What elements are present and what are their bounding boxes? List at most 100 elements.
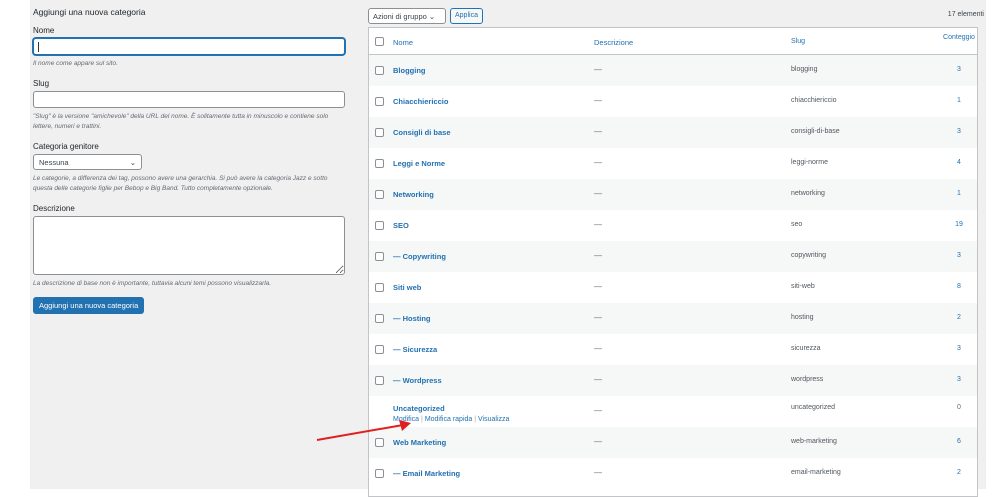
table-row: — Hosting — hosting 2	[369, 303, 977, 334]
table-row: SEO — seo 19	[369, 210, 977, 241]
slug-label: Slug	[33, 79, 50, 88]
parent-help: Le categorie, a differenza dei tag, poss…	[33, 175, 328, 192]
parent-select[interactable]: Nessuna ⌄	[33, 154, 142, 170]
row-checkbox[interactable]	[375, 469, 384, 478]
category-description: —	[594, 127, 602, 136]
category-name-link[interactable]: SEO	[393, 221, 409, 230]
parent-value: Nessuna	[39, 158, 69, 167]
category-name-link[interactable]: — Email Marketing	[393, 469, 460, 478]
items-count: 17 elementi	[947, 11, 984, 18]
table-row: Siti web — siti-web 8	[369, 272, 977, 303]
category-description: —	[594, 468, 602, 477]
category-count-link[interactable]: 0	[949, 404, 969, 411]
category-count-link[interactable]: 2	[949, 314, 969, 321]
header-slug[interactable]: Slug	[791, 38, 805, 45]
row-checkbox[interactable]	[375, 221, 384, 230]
category-description: —	[594, 282, 602, 291]
category-name-link[interactable]: Networking	[393, 190, 434, 199]
category-description: —	[594, 313, 602, 322]
add-category-button[interactable]: Aggiungi una nuova categoria	[33, 297, 145, 314]
category-name-link[interactable]: — Sicurezza	[393, 345, 437, 354]
category-name-link[interactable]: Consigli di base	[393, 128, 451, 137]
category-name-link[interactable]: Leggi e Norme	[393, 159, 445, 168]
form-title: Aggiungi una nuova categoria	[33, 7, 146, 17]
row-checkbox[interactable]	[375, 314, 384, 323]
category-count-link[interactable]: 19	[949, 221, 969, 228]
category-name-link[interactable]: — Wordpress	[393, 376, 442, 385]
category-slug: sicurezza	[791, 345, 821, 352]
category-name-link[interactable]: — Copywriting	[393, 252, 446, 261]
quick-edit-link[interactable]: Modifica rapida	[425, 416, 472, 423]
category-slug: copywriting	[791, 252, 827, 259]
add-category-form: Aggiungi una nuova categoria Nome Il nom…	[33, 7, 346, 314]
slug-input[interactable]	[33, 91, 345, 108]
category-slug: email-marketing	[791, 469, 841, 476]
header-description[interactable]: Descrizione	[594, 38, 633, 47]
slug-help: "Slug" è la versione "amichevole" della …	[33, 113, 329, 130]
category-description: —	[594, 189, 602, 198]
apply-button[interactable]: Applica	[450, 8, 483, 24]
table-row: Uncategorized — uncategorized 0 Modifica …	[369, 396, 977, 427]
category-slug: seo	[791, 221, 803, 228]
red-arrow-annotation	[316, 420, 411, 441]
category-slug: chiacchiericcio	[791, 97, 837, 104]
table-row: — Copywriting — copywriting 3	[369, 241, 977, 272]
description-label: Descrizione	[33, 204, 75, 213]
category-slug: web-marketing	[791, 438, 837, 445]
chevron-down-icon: ⌄	[129, 158, 136, 167]
category-name-link[interactable]: Chiacchiericcio	[393, 97, 448, 106]
description-textarea[interactable]	[33, 216, 345, 275]
parent-label: Categoria genitore	[33, 142, 99, 151]
row-checkbox[interactable]	[375, 283, 384, 292]
name-help: Il nome come appare sul sito.	[33, 60, 118, 67]
category-count-link[interactable]: 8	[949, 283, 969, 290]
row-checkbox[interactable]	[375, 190, 384, 199]
table-header: Nome Descrizione Slug Conteggio	[369, 28, 977, 55]
category-name-link[interactable]: Uncategorized	[393, 404, 445, 413]
row-checkbox[interactable]	[375, 345, 384, 354]
row-checkbox[interactable]	[375, 128, 384, 137]
bulk-actions-select[interactable]: Azioni di gruppo ⌄	[368, 8, 446, 24]
select-all-checkbox[interactable]	[375, 37, 384, 46]
table-row: — Sicurezza — sicurezza 3	[369, 334, 977, 365]
view-link[interactable]: Visualizza	[478, 416, 509, 423]
table-row: Leggi e Norme — leggi-norme 4	[369, 148, 977, 179]
category-slug: uncategorized	[791, 404, 835, 411]
header-name[interactable]: Nome	[393, 38, 413, 47]
category-slug: blogging	[791, 66, 818, 73]
content-panel: Aggiungi una nuova categoria Nome Il nom…	[30, 0, 986, 497]
category-count-link[interactable]: 4	[949, 159, 969, 166]
category-slug: leggi-norme	[791, 159, 828, 166]
row-checkbox[interactable]	[375, 376, 384, 385]
category-description: —	[594, 251, 602, 260]
category-count-link[interactable]: 3	[949, 376, 969, 383]
category-count-link[interactable]: 6	[949, 438, 969, 445]
row-checkbox[interactable]	[375, 97, 384, 106]
table-row: Blogging — blogging 3	[369, 55, 977, 86]
category-name-link[interactable]: Siti web	[393, 283, 421, 292]
chevron-down-icon: ⌄	[428, 12, 436, 21]
category-description: —	[594, 375, 602, 384]
category-description: —	[594, 220, 602, 229]
category-description: —	[594, 437, 602, 446]
category-description: —	[594, 96, 602, 105]
category-count-link[interactable]: 3	[949, 66, 969, 73]
category-name-link[interactable]: — Hosting	[393, 314, 431, 323]
row-checkbox[interactable]	[375, 66, 384, 75]
category-count-link[interactable]: 3	[949, 252, 969, 259]
table-row: Consigli di base — consigli-di-base 3	[369, 117, 977, 148]
category-description: —	[594, 158, 602, 167]
category-count-link[interactable]: 1	[949, 97, 969, 104]
header-count[interactable]: Conteggio	[939, 34, 979, 41]
table-row: Chiacchiericcio — chiacchiericcio 1	[369, 86, 977, 117]
category-count-link[interactable]: 2	[949, 469, 969, 476]
category-count-link[interactable]: 1	[949, 190, 969, 197]
category-description: —	[594, 65, 602, 74]
category-name-link[interactable]: Blogging	[393, 66, 426, 75]
category-count-link[interactable]: 3	[949, 345, 969, 352]
name-input[interactable]	[33, 38, 345, 55]
category-count-link[interactable]: 3	[949, 128, 969, 135]
row-checkbox[interactable]	[375, 252, 384, 261]
table-row: — Wordpress — wordpress 3	[369, 365, 977, 396]
row-checkbox[interactable]	[375, 159, 384, 168]
